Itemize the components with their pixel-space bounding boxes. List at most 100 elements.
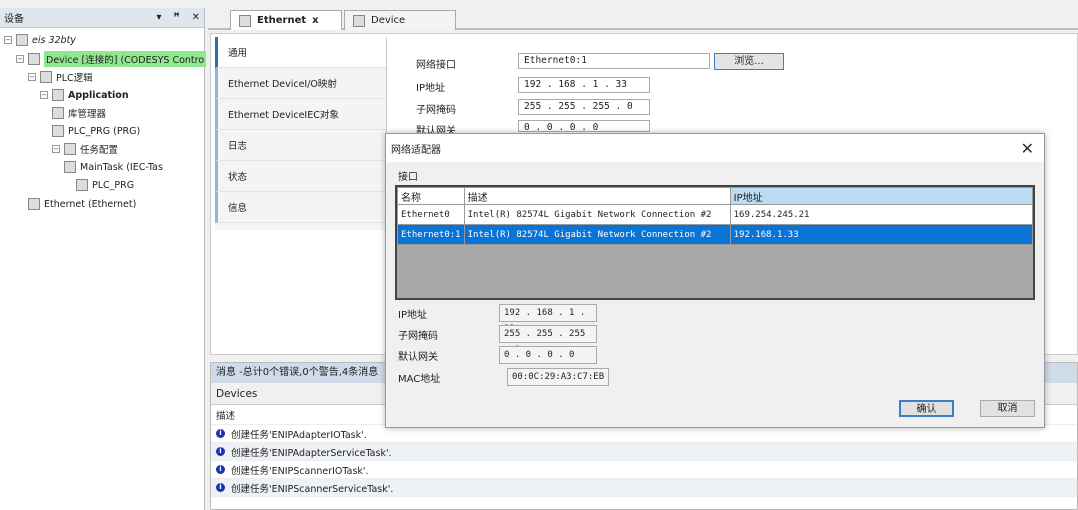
library-icon: [52, 107, 64, 119]
adapter-cell: Intel(R) 82574L Gigabit Network Connecti…: [463, 204, 731, 225]
collapse-icon[interactable]: −: [16, 55, 24, 63]
subnet-input[interactable]: 255 . 255 . 255 . 0: [518, 99, 650, 115]
adapter-row[interactable]: Ethernet0:1 Intel(R) 82574L Gigabit Netwo…: [397, 224, 1034, 245]
collapse-icon[interactable]: −: [52, 145, 60, 153]
device-icon: [28, 53, 40, 65]
mac-label: MAC地址: [398, 374, 441, 385]
plc-logic-icon: [40, 71, 52, 83]
ip-label: IP地址: [416, 83, 445, 94]
subnet-label: 子网掩码: [416, 105, 456, 116]
devices-panel-header: 设备 ▾ ꟸ ✕: [0, 8, 204, 28]
adapter-cell: 192.168.1.33: [729, 224, 1034, 245]
info-icon: i: [216, 447, 225, 456]
gateway-field[interactable]: 0 . 0 . 0 . 0: [499, 346, 597, 364]
tree-item[interactable]: − eis 32bty: [4, 32, 76, 48]
tree-item-label: 库管理器: [68, 109, 107, 120]
tree-item[interactable]: − Application: [40, 87, 129, 103]
tab-device[interactable]: Device: [344, 10, 456, 30]
message-row[interactable]: i 创建任务'ENIPScannerIOTask'.: [211, 461, 1077, 479]
tree-item-label: PLC逻辑: [56, 73, 93, 84]
tree-item-label: Application: [68, 89, 129, 101]
dialog-title: 网络适配器: [391, 144, 441, 156]
adapter-cell: Intel(R) 82574L Gigabit Network Connecti…: [463, 224, 731, 245]
dropdown-icon[interactable]: ▾: [156, 12, 161, 23]
collapse-icon[interactable]: −: [40, 91, 48, 99]
nav-io-mapping[interactable]: Ethernet DeviceI/O映射: [215, 68, 386, 99]
info-icon: i: [216, 483, 225, 492]
interface-group-label: 接口: [398, 172, 418, 183]
panel-title: 设备: [4, 14, 24, 25]
program-icon: [52, 125, 64, 137]
tree-item[interactable]: 库管理器: [52, 105, 106, 121]
subnet-label: 子网掩码: [398, 331, 438, 342]
pin-icon[interactable]: ꟸ: [173, 12, 179, 23]
nav-info[interactable]: 信息: [215, 192, 386, 223]
message-text: 创建任务'ENIPAdapterIOTask'.: [231, 429, 367, 441]
nav-log[interactable]: 日志: [215, 130, 386, 161]
device-editor-nav: 通用 Ethernet DeviceI/O映射 Ethernet DeviceI…: [215, 37, 387, 230]
tree-item[interactable]: PLC_PRG: [76, 177, 134, 193]
cancel-button[interactable]: 取消: [980, 400, 1035, 417]
ethernet-icon: [239, 14, 251, 27]
interface-input[interactable]: Ethernet0:1: [518, 53, 710, 69]
adapter-cell: Ethernet0: [397, 204, 465, 225]
ip-field[interactable]: 192 . 168 . 1 . 33: [499, 304, 597, 334]
ip-label: IP地址: [398, 310, 427, 321]
tree-item[interactable]: PLC_PRG (PRG): [52, 123, 140, 139]
task-config-icon: [64, 143, 76, 155]
close-icon[interactable]: ✕: [1021, 139, 1034, 158]
message-text: 创建任务'ENIPScannerIOTask'.: [231, 465, 369, 477]
tree-item-label: eis 32bty: [32, 34, 76, 46]
collapse-icon[interactable]: −: [4, 36, 12, 44]
tree-item-label: 任务配置: [80, 145, 119, 156]
tree-item-label: Device [连接的] (CODESYS Contro: [44, 51, 207, 67]
column-ip[interactable]: IP地址: [729, 187, 1034, 205]
devices-panel: 设备 ▾ ꟸ ✕ − eis 32bty − Device [连接的] (CODESY…: [0, 8, 207, 510]
message-text: 创建任务'ENIPAdapterServiceTask'.: [231, 447, 392, 459]
tree-item[interactable]: − PLC逻辑: [28, 69, 93, 85]
nav-status[interactable]: 状态: [215, 161, 386, 192]
tree-item-label: Ethernet (Ethernet): [44, 198, 137, 210]
column-name[interactable]: 名称: [397, 187, 465, 205]
message-text: 创建任务'ENIPScannerServiceTask'.: [231, 483, 394, 495]
adapter-cell: Ethernet0:1: [397, 224, 465, 245]
tree-item[interactable]: MainTask (IEC-Tas: [64, 159, 163, 175]
adapter-row[interactable]: Ethernet0 Intel(R) 82574L Gigabit Network…: [397, 204, 1034, 225]
tree-item-label: PLC_PRG (PRG): [68, 125, 141, 137]
tree-item-label: MainTask (IEC-Tas: [80, 161, 163, 173]
ip-input[interactable]: 192 . 168 . 1 . 33: [518, 77, 650, 93]
browse-button[interactable]: 浏览...: [714, 53, 784, 70]
info-icon: i: [216, 429, 225, 438]
task-icon: [64, 161, 76, 173]
info-icon: i: [216, 465, 225, 474]
close-tab-icon[interactable]: x: [312, 15, 318, 26]
adapter-cell: 169.254.245.21: [729, 204, 1034, 225]
tree-item-label: PLC_PRG: [92, 179, 135, 191]
tree-item[interactable]: Ethernet (Ethernet): [28, 196, 136, 212]
tab-label: Device: [371, 15, 406, 26]
device-icon: [353, 14, 365, 27]
tree-item[interactable]: − Device [连接的] (CODESYS Contro: [16, 51, 207, 67]
adapter-table: 名称 描述 IP地址 Ethernet0 Intel(R) 82574L Giga…: [395, 185, 1035, 300]
message-row[interactable]: i 创建任务'ENIPScannerServiceTask'.: [211, 479, 1077, 497]
network-adapter-dialog: 网络适配器 ✕ 接口 名称 描述 IP地址 Ethernet0 Intel(R) 8…: [385, 133, 1045, 428]
editor-tabs: Ethernet x Device: [208, 10, 1078, 30]
nav-iec-objects[interactable]: Ethernet DeviceIEC对象: [215, 99, 386, 130]
nav-general[interactable]: 通用: [215, 37, 386, 68]
collapse-icon[interactable]: −: [28, 73, 36, 81]
ethernet-icon: [28, 198, 40, 210]
tab-label: Ethernet: [257, 15, 307, 26]
gateway-input[interactable]: 0 . 0 . 0 . 0: [518, 120, 650, 133]
ok-button[interactable]: 确认: [899, 400, 954, 417]
column-description[interactable]: 描述: [463, 187, 731, 205]
application-icon: [52, 89, 64, 101]
tree-item[interactable]: − 任务配置: [52, 141, 118, 157]
message-row[interactable]: i 创建任务'ENIPAdapterServiceTask'.: [211, 443, 1077, 461]
gateway-label: 默认网关: [398, 352, 438, 363]
mac-field: 00:0C:29:A3:C7:EB: [507, 368, 609, 386]
interface-label: 网络接口: [416, 60, 456, 71]
close-icon[interactable]: ✕: [192, 12, 200, 23]
subnet-field[interactable]: 255 . 255 . 255 . 0: [499, 325, 597, 355]
tab-ethernet[interactable]: Ethernet x: [230, 10, 342, 30]
program-call-icon: [76, 179, 88, 191]
